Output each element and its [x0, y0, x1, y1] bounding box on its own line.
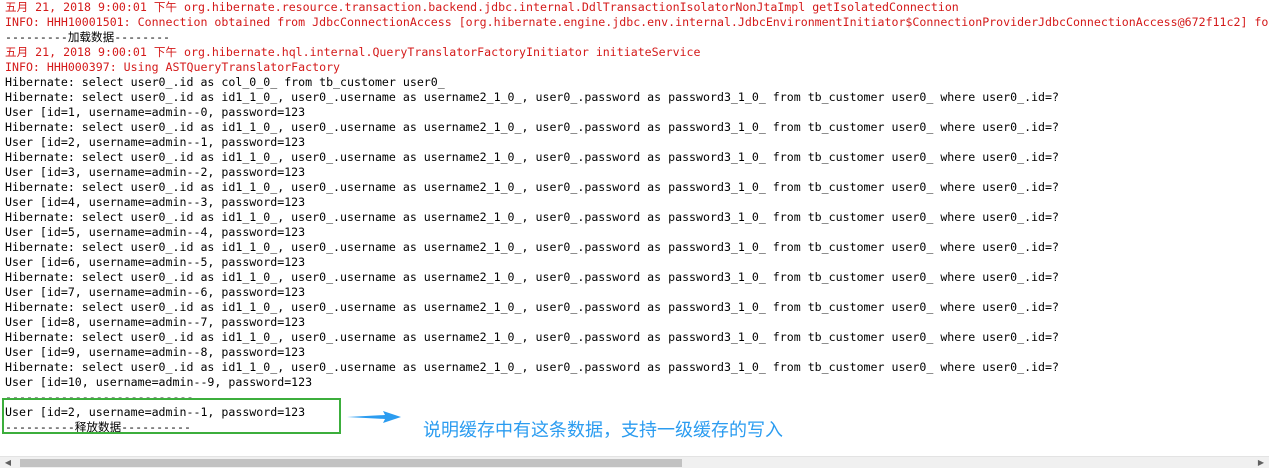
console-line: INFO: HHH000397: Using ASTQueryTranslato… [5, 60, 341, 74]
console-line: Hibernate: select user0_.id as col_0_0_ … [5, 75, 445, 89]
console-line: User [id=5, username=admin--4, password=… [5, 225, 306, 239]
console-line: User [id=6, username=admin--5, password=… [5, 255, 306, 269]
console-line: User [id=7, username=admin--6, password=… [5, 285, 306, 299]
console-line: User [id=2, username=admin--1, password=… [5, 135, 306, 149]
scroll-left-arrow-icon[interactable]: ◀ [0, 457, 16, 468]
scrollbar-thumb[interactable] [20, 459, 682, 467]
console-line: Hibernate: select user0_.id as id1_1_0_,… [5, 210, 1059, 224]
arrow-icon [347, 411, 401, 423]
console-line: Hibernate: select user0_.id as id1_1_0_,… [5, 300, 1059, 314]
horizontal-scrollbar[interactable]: ◀ ▶ [0, 456, 1269, 468]
console-line: Hibernate: select user0_.id as id1_1_0_,… [5, 90, 1059, 104]
console-line: Hibernate: select user0_.id as id1_1_0_,… [5, 150, 1059, 164]
scroll-right-arrow-icon[interactable]: ▶ [1253, 457, 1269, 468]
console-line: 五月 21, 2018 9:00:01 下午 org.hibernate.hql… [5, 45, 701, 59]
console-lines: 五月 21, 2018 9:00:01 下午 org.hibernate.res… [0, 0, 1268, 435]
console-line: Hibernate: select user0_.id as id1_1_0_,… [5, 240, 1059, 254]
console-line: Hibernate: select user0_.id as id1_1_0_,… [5, 360, 1059, 374]
console-line: Hibernate: select user0_.id as id1_1_0_,… [5, 180, 1059, 194]
console-line: User [id=10, username=admin--9, password… [5, 375, 313, 389]
console-line: ---------加载数据-------- [5, 30, 171, 44]
annotation-note: 说明缓存中有这条数据，支持一级缓存的写入 [423, 420, 783, 441]
console-line: 五月 21, 2018 9:00:01 下午 org.hibernate.res… [5, 0, 959, 14]
console-line: INFO: HHH10001501: Connection obtained f… [5, 15, 1269, 29]
console-output[interactable]: 五月 21, 2018 9:00:01 下午 org.hibernate.res… [0, 0, 1269, 456]
console-line: User [id=8, username=admin--7, password=… [5, 315, 306, 329]
console-line: Hibernate: select user0_.id as id1_1_0_,… [5, 120, 1059, 134]
console-line: User [id=9, username=admin--8, password=… [5, 345, 306, 359]
console-line: User [id=3, username=admin--2, password=… [5, 165, 306, 179]
console-line: Hibernate: select user0_.id as id1_1_0_,… [5, 330, 1059, 344]
highlight-box [2, 398, 341, 434]
console-line: Hibernate: select user0_.id as id1_1_0_,… [5, 270, 1059, 284]
console-line: User [id=4, username=admin--3, password=… [5, 195, 306, 209]
console-line: User [id=1, username=admin--0, password=… [5, 105, 306, 119]
